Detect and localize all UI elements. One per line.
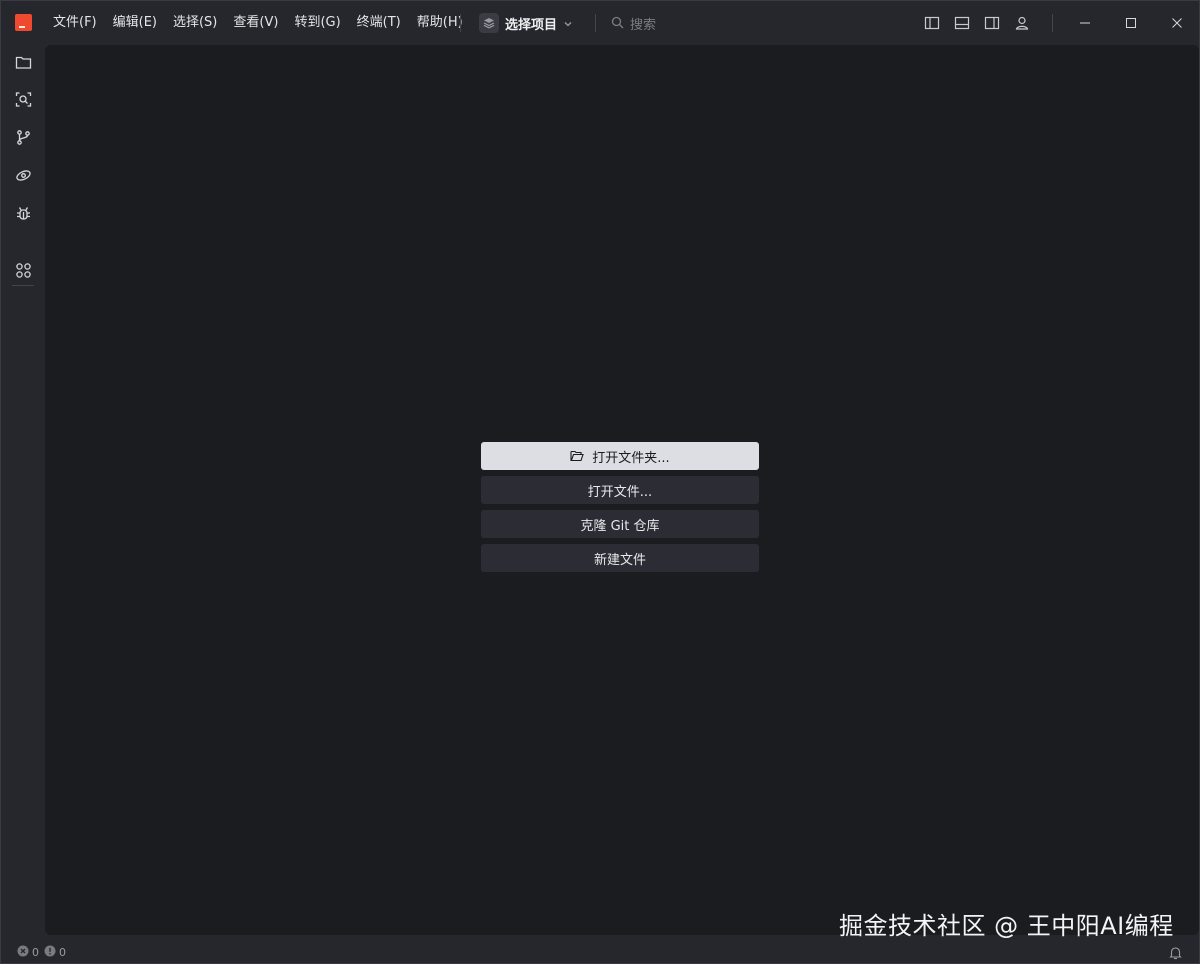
menu-edit[interactable]: 编辑(E): [105, 9, 165, 37]
search-scan-icon[interactable]: [12, 88, 34, 110]
debug-icon[interactable]: [12, 202, 34, 224]
maximize-icon[interactable]: [1117, 9, 1145, 37]
chevron-down-icon: [563, 14, 573, 33]
toggle-secondary-sidebar-icon[interactable]: [981, 12, 1003, 34]
error-count: 0: [32, 945, 39, 959]
toggle-primary-sidebar-icon[interactable]: [921, 12, 943, 34]
source-control-icon[interactable]: [12, 126, 34, 148]
extensions-icon[interactable]: [12, 259, 34, 281]
watermark-text: 掘金技术社区 @ 王中阳AI编程: [839, 912, 1174, 940]
menu-view[interactable]: 查看(V): [225, 9, 286, 37]
search-icon: [611, 14, 624, 33]
menu-help[interactable]: 帮助(H): [409, 9, 471, 37]
project-selector[interactable]: 选择项目: [475, 10, 577, 36]
open-file-button[interactable]: 打开文件...: [481, 476, 759, 504]
explorer-icon[interactable]: [12, 51, 34, 73]
open-folder-button[interactable]: 打开文件夹...: [481, 442, 759, 470]
open-folder-label: 打开文件夹...: [592, 450, 670, 466]
new-file-button[interactable]: 新建文件: [481, 544, 759, 572]
clone-git-button[interactable]: 克隆 Git 仓库: [481, 510, 759, 538]
divider: [460, 14, 461, 32]
divider: [1052, 14, 1053, 32]
menu-file[interactable]: 文件(F): [45, 9, 105, 37]
menu-selection[interactable]: 选择(S): [165, 9, 225, 37]
layers-icon: [479, 13, 499, 33]
new-file-label: 新建文件: [593, 552, 646, 568]
folder-open-icon: [570, 450, 585, 462]
project-label: 选择项目: [505, 17, 558, 33]
menu-terminal[interactable]: 终端(T): [349, 9, 409, 37]
account-icon[interactable]: [1011, 12, 1033, 34]
divider: [595, 14, 596, 32]
warning-icon: [44, 945, 56, 960]
close-icon[interactable]: [1163, 9, 1191, 37]
editor-area: 打开文件夹... 打开文件... 克隆 Git 仓库 新建文件: [45, 45, 1199, 935]
welcome-actions: 打开文件夹... 打开文件... 克隆 Git 仓库 新建文件: [481, 442, 759, 578]
problems-status[interactable]: 0 0: [17, 945, 66, 960]
search-placeholder: 搜索: [630, 17, 657, 33]
toggle-panel-icon[interactable]: [951, 12, 973, 34]
status-bar: 0 0: [1, 941, 1199, 963]
warning-count: 0: [59, 945, 66, 959]
bell-icon[interactable]: [1169, 945, 1182, 964]
error-icon: [17, 945, 29, 960]
activity-bar: [1, 45, 45, 941]
app-window: 文件(F) 编辑(E) 选择(S) 查看(V) 转到(G) 终端(T) 帮助(H…: [0, 0, 1200, 964]
menu-go[interactable]: 转到(G): [286, 9, 348, 37]
minimize-icon[interactable]: [1071, 9, 1099, 37]
title-bar: 文件(F) 编辑(E) 选择(S) 查看(V) 转到(G) 终端(T) 帮助(H…: [1, 1, 1199, 45]
remote-explorer-icon[interactable]: [12, 164, 34, 186]
open-file-label: 打开文件...: [587, 484, 653, 500]
divider: [12, 285, 34, 286]
search-box[interactable]: 搜索: [611, 12, 656, 34]
app-logo: [15, 14, 32, 31]
clone-git-label: 克隆 Git 仓库: [580, 518, 660, 534]
layout-toolbar: [921, 12, 1041, 34]
menu-bar: 文件(F) 编辑(E) 选择(S) 查看(V) 转到(G) 终端(T) 帮助(H…: [45, 1, 471, 45]
